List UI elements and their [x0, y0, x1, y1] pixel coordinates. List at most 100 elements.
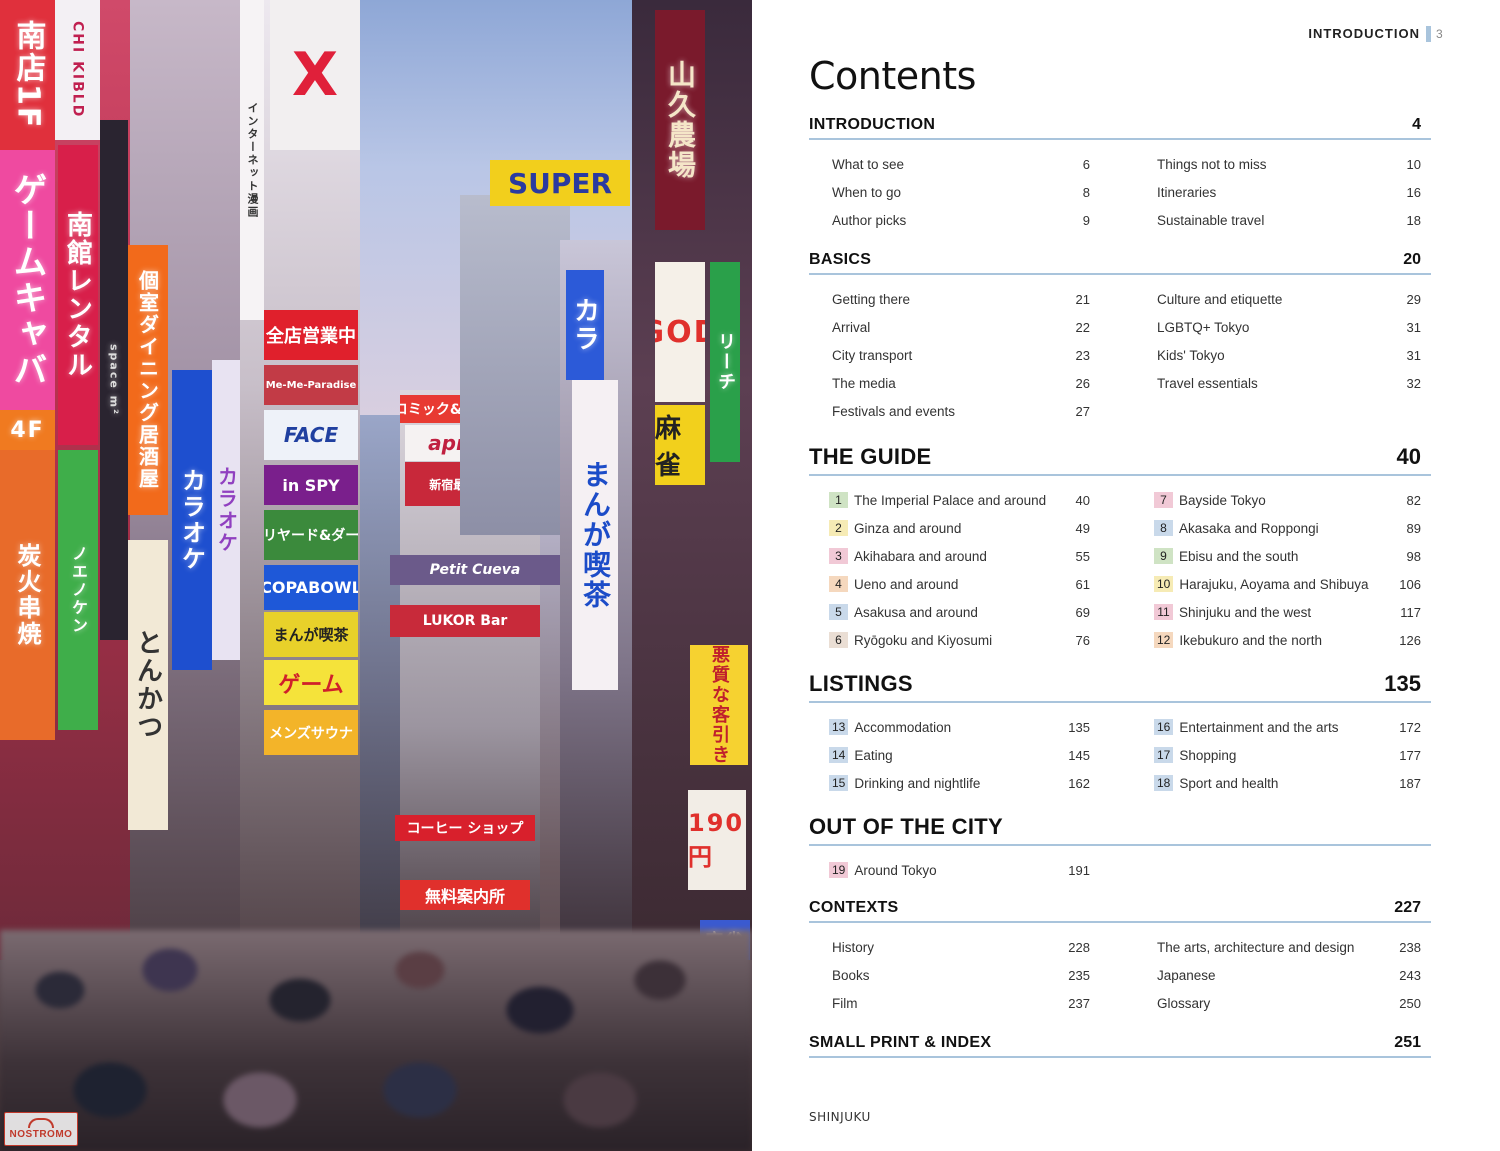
toc-entry-label: Shinjuku and the west — [1179, 604, 1312, 620]
toc-entry[interactable]: Arrival 22 — [809, 313, 1090, 341]
section-title: INTRODUCTION — [809, 116, 936, 133]
toc-entry-page: 6 — [1082, 156, 1090, 172]
toc-entry-page: 135 — [1068, 719, 1090, 735]
toc-entry[interactable]: Culture and etiquette 29 — [1134, 285, 1431, 313]
chapter-number-badge: 12 — [1154, 632, 1174, 648]
toc-entry-label: Sport and health — [1179, 775, 1279, 791]
toc-entry-label: Culture and etiquette — [1157, 291, 1283, 307]
section-header[interactable]: CONTEXTS 227 — [809, 899, 1431, 923]
toc-entry-label: Ryōgoku and Kiyosumi — [854, 632, 993, 648]
toc-entry-left: Books — [809, 968, 870, 983]
toc-entry[interactable]: Sustainable travel 18 — [1134, 206, 1431, 234]
toc-entry[interactable]: 18 Sport and health 187 — [1134, 769, 1431, 797]
toc-entry-page: 98 — [1406, 548, 1421, 564]
neon-sign: 山久農場 — [655, 10, 705, 230]
toc-entry[interactable]: 14 Eating 145 — [809, 741, 1090, 769]
toc-entry-label: History — [832, 939, 875, 955]
toc-entry[interactable]: LGBTQ+ Tokyo 31 — [1134, 313, 1431, 341]
toc-entry[interactable]: Glossary 250 — [1134, 989, 1431, 1017]
neon-sign: ゲーム — [264, 660, 358, 705]
section-header[interactable]: BASICS 20 — [809, 251, 1431, 275]
toc-entry[interactable]: 6 Ryōgoku and Kiyosumi 76 — [809, 626, 1090, 654]
toc-entry[interactable]: 7 Bayside Tokyo 82 — [1134, 486, 1431, 514]
toc-entry[interactable]: 4 Ueno and around 61 — [809, 570, 1090, 598]
toc-entry[interactable]: 16 Entertainment and the arts 172 — [1134, 713, 1431, 741]
chapter-number-badge: 7 — [1154, 492, 1173, 508]
section-header[interactable]: SMALL PRINT & INDEX 251 — [809, 1034, 1431, 1058]
toc-entry-page: 162 — [1068, 775, 1090, 791]
toc-entry-left: 19 Around Tokyo — [809, 862, 937, 878]
section-title: CONTEXTS — [809, 899, 899, 916]
toc-entry-page: 238 — [1399, 939, 1421, 955]
toc-entry-left: 14 Eating — [809, 747, 893, 763]
neon-sign: カラオケ — [212, 360, 242, 660]
neon-sign: 4F — [0, 410, 55, 450]
toc-entry[interactable]: What to see 6 — [809, 150, 1090, 178]
toc-entry[interactable]: 9 Ebisu and the south 98 — [1134, 542, 1431, 570]
toc-entry[interactable]: History 228 — [809, 933, 1090, 961]
toc-entry-page: 23 — [1075, 347, 1090, 363]
toc-entry[interactable]: 11 Shinjuku and the west 117 — [1134, 598, 1431, 626]
neon-sign: in SPY — [264, 465, 358, 505]
neon-sign: まんが喫茶 — [572, 380, 618, 690]
toc-entry-left: Kids' Tokyo — [1134, 348, 1225, 363]
toc-entry[interactable]: Film 237 — [809, 989, 1090, 1017]
toc-entry[interactable]: The arts, architecture and design 238 — [1134, 933, 1431, 961]
toc-entry[interactable]: Festivals and events 27 — [809, 397, 1090, 425]
toc-entry-left: 3 Akihabara and around — [809, 548, 987, 564]
toc-entry[interactable]: 2 Ginza and around 49 — [809, 514, 1090, 542]
toc-entry[interactable]: Books 235 — [809, 961, 1090, 989]
toc-entry-left: 9 Ebisu and the south — [1134, 548, 1298, 564]
toc-entry[interactable]: 5 Asakusa and around 69 — [809, 598, 1090, 626]
neon-sign: space m² — [100, 120, 128, 640]
toc-entry-page: 31 — [1406, 319, 1421, 335]
toc-entry-label: Around Tokyo — [854, 862, 937, 878]
toc-entry[interactable]: Things not to miss 10 — [1134, 150, 1431, 178]
toc-entry-page: 18 — [1406, 212, 1421, 228]
section-title: BASICS — [809, 251, 872, 268]
toc-entry-left: Getting there — [809, 292, 910, 307]
toc-entry[interactable]: 1 The Imperial Palace and around 40 — [809, 486, 1090, 514]
toc-entry[interactable]: Kids' Tokyo 31 — [1134, 341, 1431, 369]
toc-entry[interactable]: The media 26 — [809, 369, 1090, 397]
neon-sign: FACE — [264, 410, 358, 460]
toc-entry[interactable]: Author picks 9 — [809, 206, 1090, 234]
toc-entry-left: 17 Shopping — [1134, 747, 1236, 763]
cover-photo-shinjuku: 南店1F ゲームキャバ 4F 炭火串焼 CHI KIBLD 南館レンタル spa… — [0, 0, 752, 1151]
toc-entry-label: When to go — [832, 184, 902, 200]
toc-entry[interactable]: When to go 8 — [809, 178, 1090, 206]
toc-entry[interactable]: 3 Akihabara and around 55 — [809, 542, 1090, 570]
toc-entry[interactable]: 13 Accommodation 135 — [809, 713, 1090, 741]
entries-right-column: Culture and etiquette 29 LGBTQ+ Tokyo 31 Kid… — [1120, 285, 1431, 425]
toc-entry-page: 61 — [1075, 576, 1090, 592]
toc-entry-page: 243 — [1399, 967, 1421, 983]
toc-entry-page: 8 — [1082, 184, 1090, 200]
toc-entry[interactable]: Japanese 243 — [1134, 961, 1431, 989]
toc-entry[interactable]: 8 Akasaka and Roppongi 89 — [1134, 514, 1431, 542]
toc-entry[interactable]: Travel essentials 32 — [1134, 369, 1431, 397]
toc-entry[interactable]: 12 Ikebukuro and the north 126 — [1134, 626, 1431, 654]
toc-entry[interactable]: City transport 23 — [809, 341, 1090, 369]
toc-entry-left: The media — [809, 376, 896, 391]
toc-entry-label: Bayside Tokyo — [1179, 492, 1266, 508]
toc-entry[interactable]: 19 Around Tokyo 191 — [809, 856, 1090, 884]
toc-entry-label: Getting there — [832, 291, 911, 307]
neon-sign: 無料案内所 — [400, 880, 530, 910]
toc-entry-label: Akasaka and Roppongi — [1179, 520, 1319, 536]
chapter-number-badge: 8 — [1154, 520, 1173, 536]
toc-entry-label: Author picks — [832, 212, 907, 228]
toc-entry-left: Itineraries — [1134, 185, 1216, 200]
section-header[interactable]: OUT OF THE CITY — [809, 814, 1431, 846]
toc-entry[interactable]: Itineraries 16 — [1134, 178, 1431, 206]
neon-sign: ノエノケン — [58, 450, 98, 730]
toc-entry[interactable]: 15 Drinking and nightlife 162 — [809, 769, 1090, 797]
section-listings: LISTINGS 135 13 Accommodation 135 14 Eating 1… — [809, 671, 1431, 797]
toc-entry-page: 40 — [1075, 492, 1090, 508]
toc-entry[interactable]: Getting there 21 — [809, 285, 1090, 313]
section-header[interactable]: LISTINGS 135 — [809, 671, 1431, 703]
section-header[interactable]: THE GUIDE 40 — [809, 444, 1431, 476]
toc-entry[interactable]: 10 Harajuku, Aoyama and Shibuya 106 — [1134, 570, 1431, 598]
toc-entry-label: Itineraries — [1157, 184, 1217, 200]
section-header[interactable]: INTRODUCTION 4 — [809, 116, 1431, 140]
toc-entry[interactable]: 17 Shopping 177 — [1134, 741, 1431, 769]
